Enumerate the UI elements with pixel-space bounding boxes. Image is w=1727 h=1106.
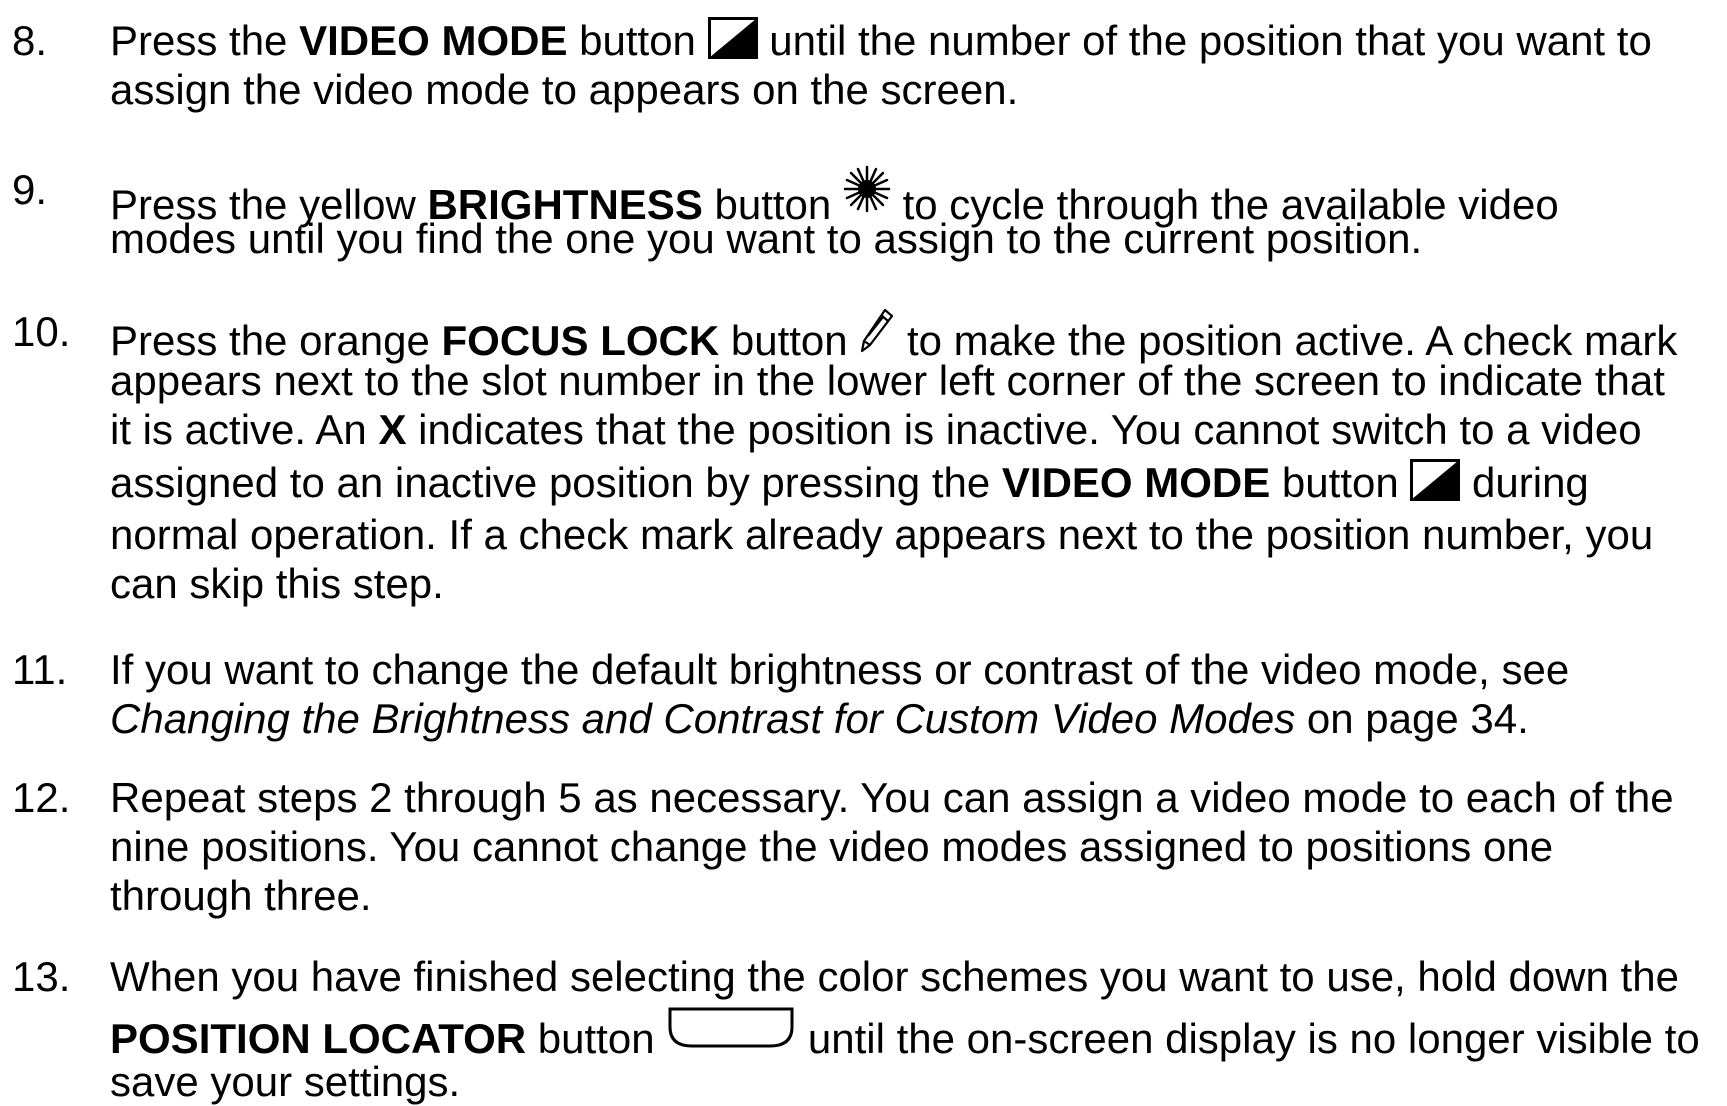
text-line: Press the yellow BRIGHTNESS button to cy… <box>110 165 1720 228</box>
step-number: 9. <box>12 166 48 213</box>
text-run: assign the video mode to appears on the … <box>110 66 1019 113</box>
text-line: normal operation. If a check mark alread… <box>110 510 1720 559</box>
text-line: Press the VIDEO MODE button until the nu… <box>110 16 1720 65</box>
text-line: POSITION LOCATOR button until the on-scr… <box>110 1001 1720 1062</box>
text-run: Repeat steps 2 through 5 as necessary. Y… <box>110 774 1674 821</box>
text-run: button <box>567 17 708 64</box>
text-run: on page 34. <box>1295 695 1529 742</box>
text-run: If you want to change the default bright… <box>110 646 1570 693</box>
cross-reference[interactable]: Changing the Brightness and Contrast for… <box>110 695 1295 742</box>
text-run: appears next to the slot number in the l… <box>110 357 1665 404</box>
text-run: until the number of the position that yo… <box>757 17 1652 64</box>
step-number: 8. <box>12 17 48 64</box>
manual-page: 8. Press the VIDEO MODE button until the… <box>0 0 1727 1105</box>
text-line: it is active. An X indicates that the po… <box>110 405 1720 454</box>
position-locator-icon <box>666 1005 796 1049</box>
step-text: Press the orange FOCUS LOCK button to ma… <box>110 307 1720 608</box>
video-mode-icon <box>707 17 758 59</box>
text-run: button <box>1270 459 1411 506</box>
text-run: modes until you find the one you want to… <box>110 215 1423 262</box>
text-line: If you want to change the default bright… <box>110 645 1720 694</box>
text-run: can skip this step. <box>110 560 444 607</box>
inactive-marker: X <box>378 406 407 453</box>
brightness-icon <box>843 165 891 213</box>
text-line: assigned to an inactive position by pres… <box>110 454 1720 510</box>
video-mode-icon <box>1410 459 1461 501</box>
text-line: through three. <box>110 871 1720 920</box>
button-name: VIDEO MODE <box>299 17 568 64</box>
text-line: appears next to the slot number in the l… <box>110 356 1720 405</box>
step-number: 11. <box>12 646 68 693</box>
button-name: POSITION LOCATOR <box>110 1015 527 1062</box>
text-line: save your settings. <box>110 1057 1720 1106</box>
button-name: VIDEO MODE <box>1001 459 1271 506</box>
step-text: Repeat steps 2 through 5 as necessary. Y… <box>110 773 1720 920</box>
text-run: button <box>526 1015 667 1062</box>
text-run: until the on-screen display is no longer… <box>796 1015 1700 1062</box>
text-run: save your settings. <box>110 1058 461 1105</box>
step-text: Press the yellow BRIGHTNESS button to cy… <box>110 165 1720 263</box>
text-line: When you have finished selecting the col… <box>110 952 1720 1001</box>
text-run: normal operation. If a check mark alread… <box>110 511 1654 558</box>
text-run: assigned to an inactive position by pres… <box>110 459 1002 506</box>
step-number: 13. <box>12 953 71 1000</box>
text-run: nine positions. You cannot change the vi… <box>110 823 1554 870</box>
text-line: can skip this step. <box>110 559 1720 608</box>
step-text: When you have finished selecting the col… <box>110 952 1720 1106</box>
text-run: Press the <box>110 17 300 64</box>
text-run: When you have finished selecting the col… <box>110 953 1679 1000</box>
text-line: nine positions. You cannot change the vi… <box>110 822 1720 871</box>
step-text: If you want to change the default bright… <box>110 645 1720 743</box>
text-run: through three. <box>110 872 372 919</box>
text-line: Press the orange FOCUS LOCK button to ma… <box>110 307 1720 364</box>
text-line: Changing the Brightness and Contrast for… <box>110 694 1720 743</box>
text-line: assign the video mode to appears on the … <box>110 65 1720 114</box>
text-run: it is active. An <box>110 406 379 453</box>
step-number: 10. <box>12 308 71 355</box>
text-run: during <box>1460 459 1589 506</box>
step-text: Press the VIDEO MODE button until the nu… <box>110 16 1720 114</box>
step-number: 12. <box>12 774 71 821</box>
focus-lock-icon <box>859 307 895 355</box>
text-run: indicates that the position is inactive.… <box>406 406 1642 453</box>
text-line: Repeat steps 2 through 5 as necessary. Y… <box>110 773 1720 822</box>
